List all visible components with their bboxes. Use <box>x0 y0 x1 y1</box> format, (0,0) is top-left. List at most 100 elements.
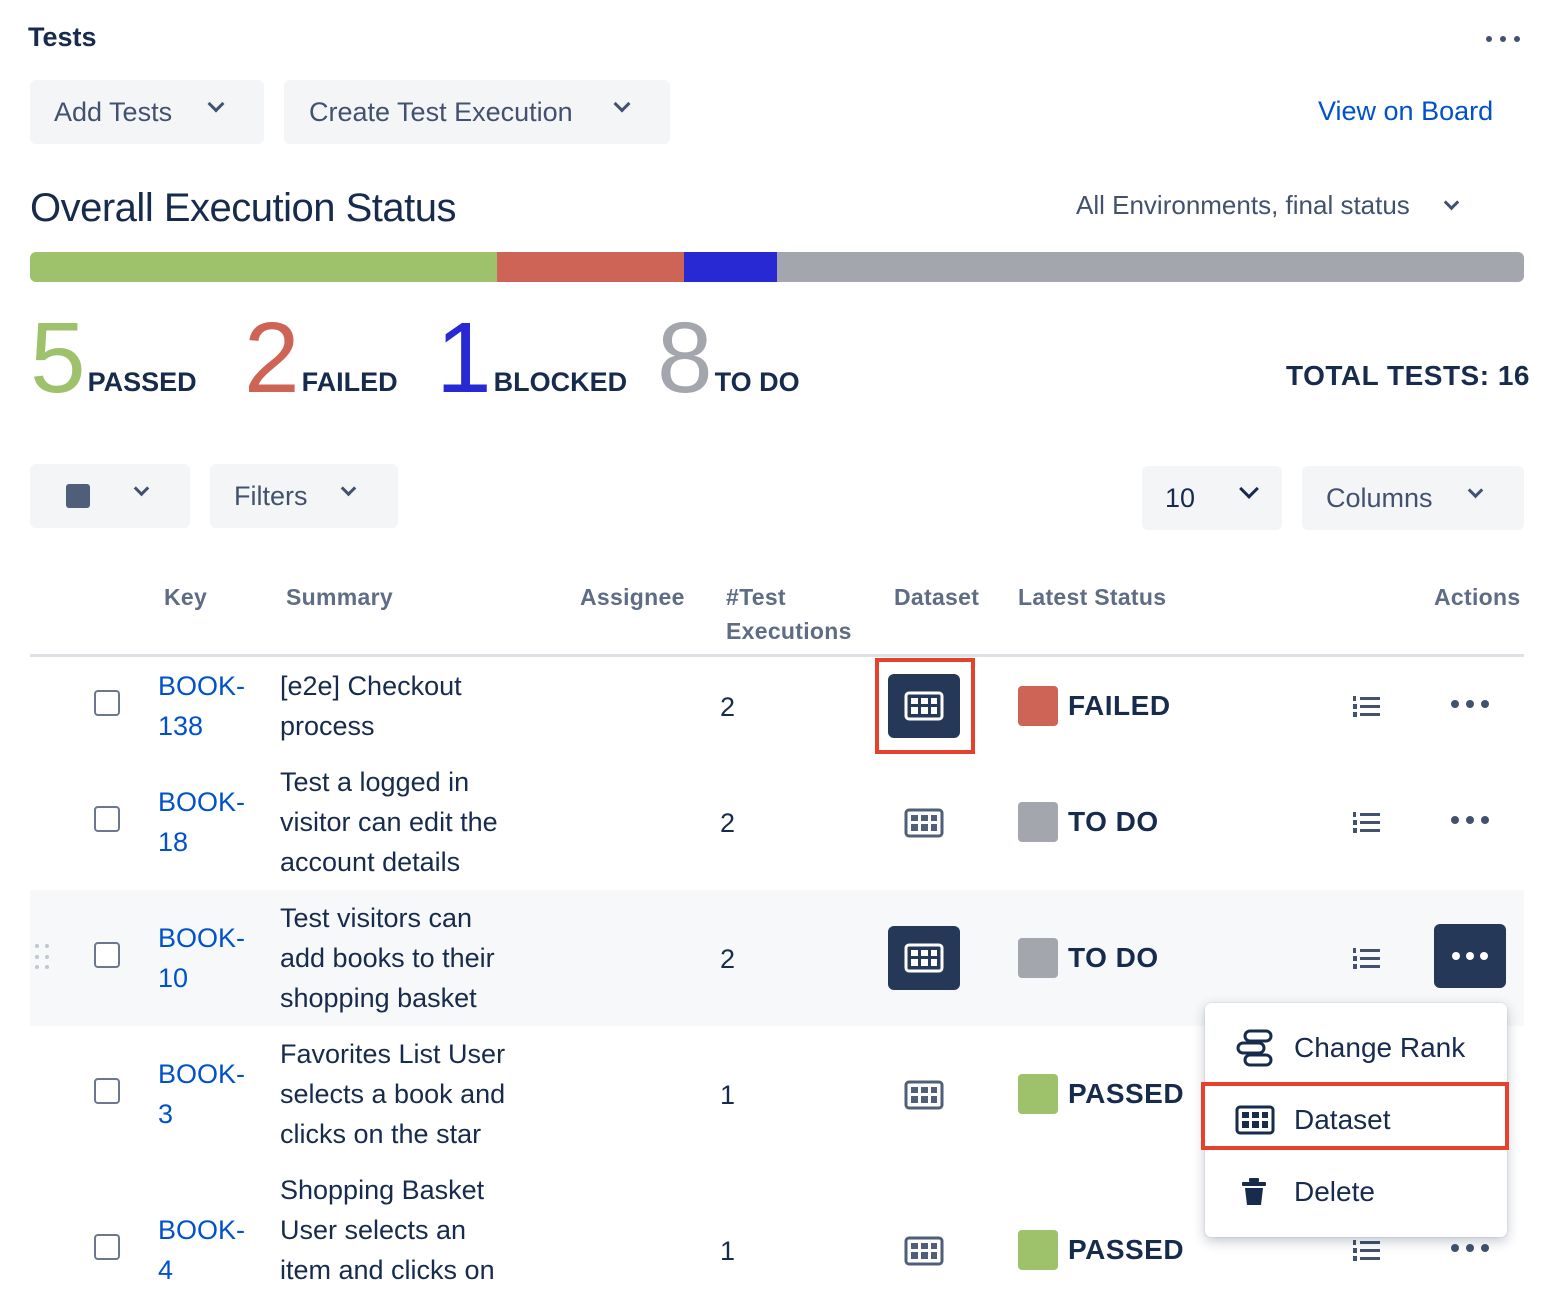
execution-progress-bar <box>30 252 1524 282</box>
execution-list-icon[interactable] <box>1352 947 1380 971</box>
stat-failed-count: 2 <box>244 302 300 414</box>
change-rank-icon <box>1236 1029 1273 1067</box>
latest-status-label: TO DO <box>1068 806 1159 837</box>
column-header-test-executions[interactable]: #Test Executions <box>726 580 852 648</box>
menu-item-label: Delete <box>1294 1176 1375 1207</box>
issue-key-prefix: BOOK- <box>158 1059 246 1089</box>
execution-list-icon[interactable] <box>1352 811 1380 835</box>
execution-list-icon[interactable] <box>1352 1239 1380 1263</box>
column-header-actions: Actions <box>1434 584 1521 610</box>
stat-passed-label: PASSED <box>87 367 197 397</box>
test-executions-count: 2 <box>720 692 736 722</box>
status-color-swatch <box>1018 1230 1058 1270</box>
stat-todo-count: 8 <box>657 302 713 414</box>
create-test-execution-button[interactable]: Create Test Execution <box>284 80 670 144</box>
dataset-button[interactable] <box>888 926 960 990</box>
stat-blocked-label: BLOCKED <box>493 367 628 397</box>
dataset-icon <box>904 943 944 973</box>
summary-line: item and clicks on <box>280 1255 495 1285</box>
progress-segment-blocked <box>683 252 777 282</box>
menu-item-delete[interactable]: Delete <box>1205 1160 1507 1224</box>
columns-button[interactable]: Columns <box>1302 466 1524 530</box>
dataset-icon <box>904 691 944 721</box>
issue-key-number: 4 <box>158 1255 174 1285</box>
issue-key-link[interactable]: BOOK- 18 <box>158 782 258 862</box>
column-header-key[interactable]: Key <box>164 580 207 614</box>
chevron-down-icon <box>1239 479 1259 499</box>
drag-handle-icon[interactable] <box>35 944 49 972</box>
issue-key-number: 18 <box>158 827 189 857</box>
summary-line: selects a book and <box>280 1079 506 1109</box>
column-header-test-executions-line1: #Test <box>726 584 786 610</box>
execution-list-icon[interactable] <box>1352 695 1380 719</box>
column-header-assignee[interactable]: Assignee <box>580 580 685 614</box>
issue-key-prefix: BOOK- <box>158 671 246 701</box>
row-actions-button-active[interactable] <box>1434 924 1506 988</box>
status-color-swatch <box>1018 686 1058 726</box>
add-tests-button[interactable]: Add Tests <box>30 80 264 144</box>
chevron-down-icon <box>207 95 225 113</box>
issue-key-number: 3 <box>158 1099 174 1129</box>
more-icon <box>1452 952 1460 960</box>
stat-blocked-count: 1 <box>436 302 492 414</box>
row-actions-button[interactable] <box>1451 699 1489 709</box>
filters-button[interactable]: Filters <box>210 464 398 528</box>
trash-icon <box>1242 1178 1266 1205</box>
status-color-swatch <box>1018 1074 1058 1114</box>
row-summary: Test a logged in visitor can edit the ac… <box>280 762 540 882</box>
summary-line: clicks on the star <box>280 1119 482 1149</box>
row-actions-button[interactable] <box>1451 815 1489 825</box>
view-on-board-link[interactable]: View on Board <box>1318 96 1493 127</box>
more-icon <box>1486 36 1492 42</box>
add-tests-label: Add Tests <box>54 96 173 127</box>
issue-key-link[interactable]: BOOK- 4 <box>158 1210 258 1290</box>
progress-segment-failed <box>496 252 684 282</box>
test-executions-count: 2 <box>720 808 736 838</box>
dataset-icon[interactable] <box>904 1080 944 1110</box>
dataset-icon[interactable] <box>904 808 944 838</box>
issue-key-prefix: BOOK- <box>158 1215 246 1245</box>
progress-segment-todo <box>777 252 1524 282</box>
latest-status-label: FAILED <box>1068 690 1171 721</box>
test-executions-count: 1 <box>720 1080 736 1110</box>
progress-segment-passed <box>30 252 497 282</box>
more-options-button[interactable] <box>1486 24 1520 54</box>
issue-key-number: 10 <box>158 963 189 993</box>
issue-key-prefix: BOOK- <box>158 923 246 953</box>
chevron-down-icon <box>1467 482 1484 499</box>
row-summary: Favorites List User selects a book and c… <box>280 1034 540 1154</box>
header-divider <box>30 654 1524 657</box>
summary-line: User selects an <box>280 1215 467 1245</box>
row-checkbox[interactable] <box>94 942 120 968</box>
row-checkbox[interactable] <box>94 806 120 832</box>
environment-select[interactable]: All Environments, final status <box>1076 190 1460 221</box>
issue-key-link[interactable]: BOOK- 138 <box>158 666 258 746</box>
issue-key-number: 138 <box>158 711 204 741</box>
dataset-icon[interactable] <box>904 1236 944 1266</box>
row-summary: [e2e] Checkout process <box>280 666 540 746</box>
column-header-dataset[interactable]: Dataset <box>894 580 979 614</box>
row-checkbox[interactable] <box>94 1234 120 1260</box>
column-header-test-executions-line2: Executions <box>726 618 852 644</box>
row-checkbox[interactable] <box>94 1078 120 1104</box>
issue-key-link[interactable]: BOOK- 10 <box>158 918 258 998</box>
summary-line: Favorites List User <box>280 1039 506 1069</box>
chevron-down-icon <box>1443 194 1460 211</box>
latest-status-label: PASSED <box>1068 1078 1185 1109</box>
stat-passed: 5 PASSED <box>30 308 197 408</box>
row-summary: Shopping Basket User selects an item and… <box>280 1170 540 1290</box>
bulk-select-button[interactable] <box>30 464 190 528</box>
column-header-summary[interactable]: Summary <box>286 580 393 614</box>
filters-label: Filters <box>234 480 308 511</box>
create-exec-label: Create Test Execution <box>309 96 573 127</box>
issue-key-link[interactable]: BOOK- 3 <box>158 1054 258 1134</box>
page-size-select[interactable]: 10 <box>1142 466 1282 530</box>
row-checkbox[interactable] <box>94 690 120 716</box>
chevron-down-icon <box>613 95 631 113</box>
column-header-latest-status[interactable]: Latest Status <box>1018 580 1166 614</box>
menu-item-change-rank[interactable]: Change Rank <box>1205 1016 1507 1080</box>
dataset-button[interactable] <box>888 674 960 738</box>
section-title: Tests <box>28 22 97 52</box>
summary-line: add books to their <box>280 943 495 973</box>
row-actions-button[interactable] <box>1451 1243 1489 1253</box>
